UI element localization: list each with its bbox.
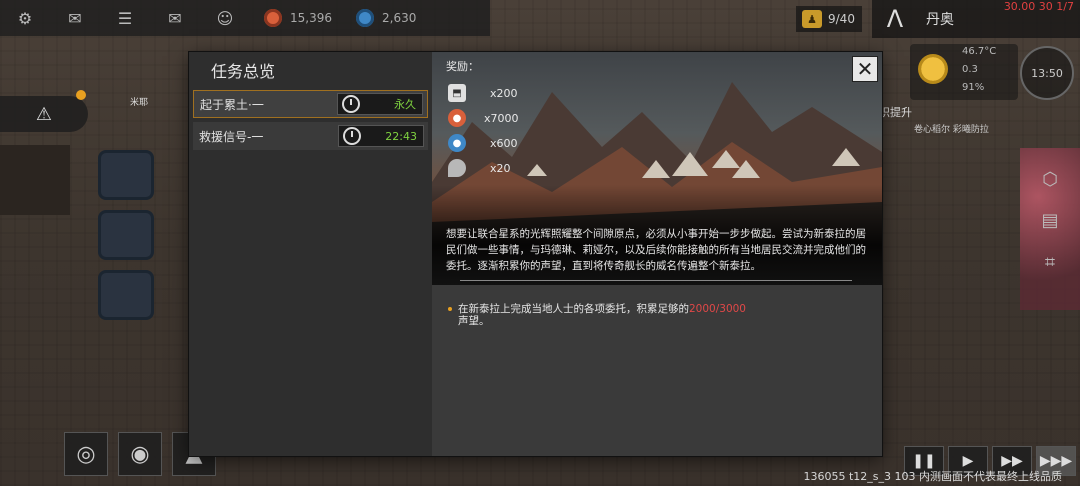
quest-overview-modal: 任务总览 起于累土·一 永久 救援信号-一 22:43 奖励： ⬒ x200 ●… [189, 52, 882, 456]
humidity: 91% [962, 82, 985, 93]
reward-row: ● x7000 [448, 109, 519, 127]
orange-credit-icon: ● [448, 109, 466, 127]
bullet-icon [448, 307, 452, 311]
quest-description: 想要让联合星系的光辉照耀整个间隙原点，必须从小事开始一步步做起。尝试为新泰拉的居… [446, 228, 866, 272]
wind: 0.3 [962, 64, 978, 75]
quest-list-panel: 任务总览 起于累土·一 永久 救援信号-一 22:43 [189, 52, 432, 456]
tent [642, 160, 670, 178]
mineral-icon [448, 159, 466, 177]
section-divider [460, 280, 852, 281]
reward-amount: x600 [490, 136, 518, 150]
resource-credits: 15,396 [264, 9, 332, 27]
reward-row: x20 [448, 159, 511, 177]
timer-value: 22:43 [385, 129, 417, 143]
population-value: 9/40 [828, 12, 855, 26]
quest-detail-panel: 奖励： ⬒ x200 ● x7000 ● x600 x20 想要让联合星系的光辉… [432, 52, 882, 456]
base-module[interactable] [98, 150, 154, 200]
cube-icon[interactable]: ⬡ [1036, 165, 1064, 193]
notification-dot [76, 90, 86, 100]
time-dial[interactable]: 13:50 [1020, 46, 1074, 100]
gear-icon[interactable]: ⚙ [0, 0, 50, 36]
orbit-icon[interactable]: ◉ [118, 432, 162, 476]
profile-icon[interactable]: ☺ [200, 0, 250, 36]
tent [672, 152, 708, 176]
population-icon: ♟ [802, 10, 822, 28]
temperature: 46.7°C [962, 46, 997, 57]
planet-logo-icon: Λ [886, 5, 904, 33]
notice-sub-label: 卷心稻尔 彩曦防拉 [914, 125, 989, 135]
reward-row: ⬒ x200 [448, 84, 518, 102]
timer-value: 永久 [394, 98, 416, 111]
scan-icon[interactable]: ⌗ [1036, 248, 1064, 276]
reward-amount: x20 [490, 161, 511, 175]
reward-label: 奖励： [446, 60, 479, 73]
time-value: 13:50 [1031, 66, 1063, 80]
quest-timer: 22:43 [338, 125, 424, 147]
quest-name: 起于累土·一 [200, 97, 264, 112]
quest-name: 救援信号-一 [199, 129, 264, 144]
tent [527, 164, 547, 176]
resource-research: 2,630 [356, 9, 416, 27]
game-clock: 30.00 30 1/7 [1003, 0, 1074, 13]
base-module[interactable] [98, 210, 154, 260]
tent [732, 160, 760, 178]
messages-icon[interactable]: ☰ [100, 0, 150, 36]
quest-objective: 在新泰拉上完成当地人士的各项委托，积累足够的2000/3000 声望。 [448, 303, 858, 327]
quest-timer: 永久 [337, 93, 423, 115]
terrain-shadow [0, 145, 70, 215]
blue-research-icon [356, 9, 374, 27]
reward-amount: x200 [490, 86, 518, 100]
modal-title: 任务总览 [211, 62, 276, 81]
chat-icon[interactable]: ✉ [50, 0, 100, 36]
clipboard-icon[interactable]: ▤ [1036, 206, 1064, 234]
population-counter[interactable]: ♟ 9/40 [796, 6, 862, 32]
build-version: 136055 t12_s_3 103 内测画面不代表最终上线品质 [803, 470, 1062, 483]
planet-header[interactable]: Λ 丹奥 30.00 30 1/7 [872, 0, 1080, 38]
mail-icon[interactable]: ✉ [150, 0, 200, 36]
warning-icon: ⚠ [35, 103, 53, 125]
reward-row: ● x600 [448, 134, 518, 152]
weather-panel: 46.7°C 0.3 91% [910, 44, 1018, 100]
research-item-icon: ⬒ [448, 84, 466, 102]
quest-artwork: 奖励： ⬒ x200 ● x7000 ● x600 x20 想要让联合星系的光辉… [432, 52, 882, 285]
alert-button[interactable]: ⚠ [0, 90, 88, 132]
clock-icon [343, 127, 361, 145]
objective-progress: 2000/3000 [689, 303, 746, 315]
close-button[interactable]: ✕ [852, 56, 878, 82]
tent [832, 148, 860, 166]
reward-amount: x7000 [484, 111, 519, 125]
quest-item[interactable]: 救援信号-一 22:43 [193, 122, 428, 150]
quest-item[interactable]: 起于累土·一 永久 [193, 90, 428, 118]
base-module[interactable] [98, 270, 154, 320]
orange-credit-icon [264, 9, 282, 27]
research-value: 2,630 [382, 11, 417, 25]
npc-name-label: 米耶 [130, 98, 149, 108]
objective-text-end: 声望。 [458, 315, 490, 327]
top-toolbar: ⚙ ✉ ☰ ✉ ☺ 15,396 2,630 [0, 0, 490, 36]
galaxy-icon[interactable]: ◎ [64, 432, 108, 476]
credits-value: 15,396 [290, 11, 332, 25]
clock-icon [342, 95, 360, 113]
sun-icon [918, 54, 948, 84]
blue-research-icon: ● [448, 134, 466, 152]
planet-name: 丹奥 [926, 12, 954, 28]
objective-text: 在新泰拉上完成当地人士的各项委托，积累足够的 [458, 303, 689, 315]
